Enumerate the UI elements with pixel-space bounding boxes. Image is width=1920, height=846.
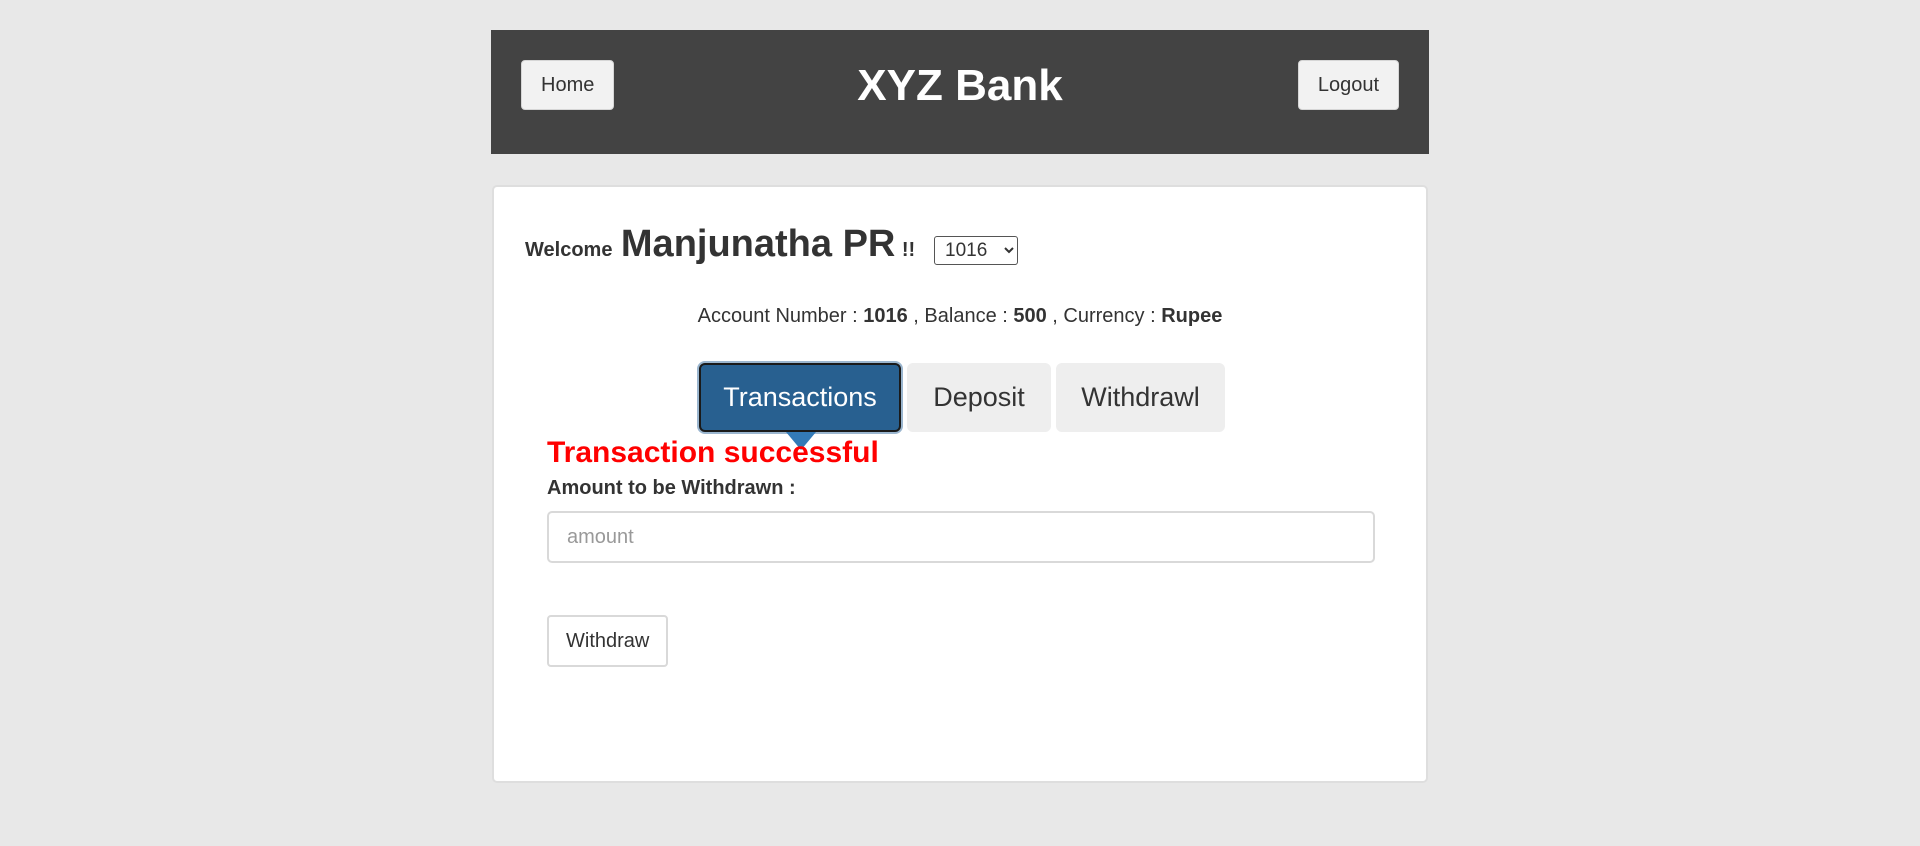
balance-label: , Balance : <box>907 305 1014 327</box>
customer-name: Manjunatha PR <box>620 223 896 265</box>
tab-transactions[interactable]: Transactions <box>699 363 901 432</box>
account-select[interactable]: 1016 <box>934 236 1018 265</box>
transaction-message: Transaction successful <box>547 436 879 469</box>
account-panel: Welcome Manjunatha PR !! 1016 Account Nu… <box>492 185 1428 783</box>
bank-title: XYZ Bank <box>857 61 1063 110</box>
welcome-label: Welcome <box>525 239 613 261</box>
currency-label: , Currency : <box>1046 305 1162 327</box>
currency-value: Rupee <box>1161 305 1223 327</box>
account-number-label: Account Number : <box>697 305 864 327</box>
welcome-suffix: !! <box>901 239 916 261</box>
account-info: Account Number : 1016 , Balance : 500 , … <box>494 305 1426 328</box>
top-header: Home XYZ Bank Logout <box>491 30 1429 154</box>
amount-label: Amount to be Withdrawn : <box>547 477 796 499</box>
amount-input[interactable] <box>547 511 1375 563</box>
logout-button[interactable]: Logout <box>1297 60 1399 110</box>
tab-deposit[interactable]: Deposit <box>907 363 1051 432</box>
account-number-value: 1016 <box>863 305 908 327</box>
balance-value: 500 <box>1013 305 1047 327</box>
withdraw-button[interactable]: Withdraw <box>547 615 669 667</box>
tab-withdrawl[interactable]: Withdrawl <box>1056 363 1225 432</box>
welcome-heading: Welcome Manjunatha PR !! <box>525 223 915 266</box>
